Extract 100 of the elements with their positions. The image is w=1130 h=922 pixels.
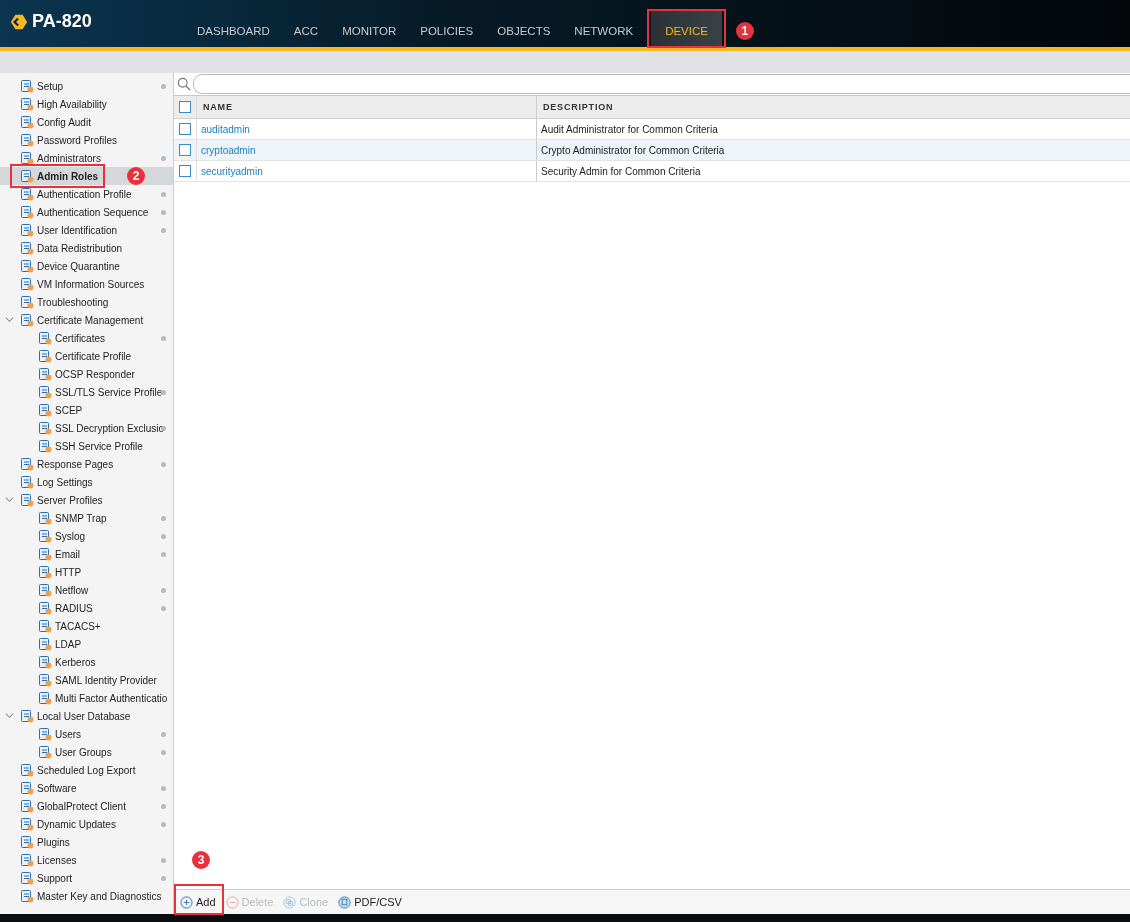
page-icon bbox=[38, 655, 52, 669]
sidebar-item[interactable]: Syslog bbox=[0, 527, 173, 545]
sidebar-item[interactable]: HTTP bbox=[0, 563, 173, 581]
page-icon bbox=[38, 331, 52, 345]
nav-tab[interactable]: NETWORK bbox=[562, 11, 646, 47]
nav-tab[interactable]: OBJECTS bbox=[485, 11, 563, 47]
sidebar-item[interactable]: SNMP Trap bbox=[0, 509, 173, 527]
nav-tab[interactable]: MONITOR bbox=[330, 11, 409, 47]
page-icon bbox=[20, 799, 34, 813]
sidebar-item[interactable]: Admin Roles 2 bbox=[0, 167, 173, 185]
nav-label: Certificate Management bbox=[37, 314, 144, 326]
sidebar-item[interactable]: Dynamic Updates bbox=[0, 815, 173, 833]
search-field[interactable] bbox=[193, 74, 1130, 94]
column-header[interactable]: NAME bbox=[197, 96, 537, 118]
step-badge: 1 bbox=[735, 22, 754, 40]
sidebar-item[interactable]: Multi Factor Authenticatio bbox=[0, 689, 173, 707]
select-all-checkbox[interactable] bbox=[179, 101, 191, 113]
nav-label: Certificate Profile bbox=[55, 350, 132, 362]
sidebar-item[interactable]: Administrators bbox=[0, 149, 173, 167]
sidebar-item[interactable]: Authentication Profile bbox=[0, 185, 173, 203]
toolbar-button[interactable]: Add bbox=[178, 895, 218, 909]
sidebar-item[interactable]: Users bbox=[0, 725, 173, 743]
page-icon bbox=[38, 439, 52, 453]
page-icon bbox=[20, 169, 34, 183]
nav-tab[interactable]: ACC bbox=[281, 11, 331, 47]
sidebar-item[interactable]: Licenses bbox=[0, 851, 173, 869]
sidebar-item[interactable]: Setup bbox=[0, 77, 173, 95]
sidebar-item[interactable]: RADIUS bbox=[0, 599, 173, 617]
sidebar-item[interactable]: User Identification bbox=[0, 221, 173, 239]
sidebar-item[interactable]: Device Quarantine bbox=[0, 257, 173, 275]
sidebar-item[interactable]: Response Pages bbox=[0, 455, 173, 473]
nav-label: Email bbox=[55, 548, 80, 560]
sidebar-item[interactable]: SSL/TLS Service Profile bbox=[0, 383, 173, 401]
sidebar-item[interactable]: Certificate Management bbox=[0, 311, 173, 329]
page-icon bbox=[38, 421, 52, 435]
role-link[interactable]: cryptoadmin bbox=[201, 144, 256, 156]
nav-label: GlobalProtect Client bbox=[37, 800, 126, 812]
nav-label: Setup bbox=[37, 80, 64, 92]
page-icon bbox=[20, 313, 34, 327]
sidebar-item[interactable]: Local User Database bbox=[0, 707, 173, 725]
sidebar-item[interactable]: SSL Decryption Exclusio bbox=[0, 419, 173, 437]
nav-tab[interactable]: POLICIES bbox=[408, 11, 486, 47]
sidebar-item[interactable]: VM Information Sources bbox=[0, 275, 173, 293]
table-row[interactable]: cryptoadmin Crypto Administrator for Common Criteria bbox=[174, 140, 1130, 161]
sidebar-item[interactable]: Software bbox=[0, 779, 173, 797]
sidebar-item[interactable]: Certificates bbox=[0, 329, 173, 347]
sidebar-item[interactable]: Config Audit bbox=[0, 113, 173, 131]
sidebar-item[interactable]: User Groups bbox=[0, 743, 173, 761]
nav-label: Local User Database bbox=[37, 710, 131, 722]
nav-label: Support bbox=[37, 872, 73, 884]
page-icon bbox=[20, 223, 34, 237]
sidebar-item[interactable]: Data Redistribution bbox=[0, 239, 173, 257]
sidebar-item[interactable]: GlobalProtect Client bbox=[0, 797, 173, 815]
table-row[interactable]: securityadmin Security Admin for Common Criteria bbox=[174, 161, 1130, 182]
role-link[interactable]: auditadmin bbox=[201, 123, 250, 135]
page-icon bbox=[20, 817, 34, 831]
nav-label: Certificates bbox=[55, 332, 105, 344]
sidebar-item[interactable]: Support bbox=[0, 869, 173, 887]
page-icon bbox=[38, 691, 52, 705]
role-link[interactable]: securityadmin bbox=[201, 165, 263, 177]
nav-label: Data Redistribution bbox=[37, 242, 123, 254]
sidebar-item[interactable]: OCSP Responder bbox=[0, 365, 173, 383]
sidebar-item[interactable]: Troubleshooting bbox=[0, 293, 173, 311]
chevron-icon[interactable] bbox=[5, 315, 14, 324]
copy-icon bbox=[283, 895, 297, 909]
page-icon bbox=[38, 727, 52, 741]
sidebar-item[interactable]: TACACS+ bbox=[0, 617, 173, 635]
sidebar-item[interactable]: High Availability bbox=[0, 95, 173, 113]
row-checkbox[interactable] bbox=[179, 165, 191, 177]
page-icon bbox=[38, 565, 52, 579]
row-checkbox[interactable] bbox=[179, 144, 191, 156]
nav-label: VM Information Sources bbox=[37, 278, 145, 290]
nav-tab[interactable]: DEVICE bbox=[651, 11, 722, 47]
row-checkbox[interactable] bbox=[179, 123, 191, 135]
column-header[interactable]: DESCRIPTION bbox=[537, 96, 1130, 118]
nav-label: Scheduled Log Export bbox=[37, 764, 136, 776]
nav-label: OCSP Responder bbox=[55, 368, 135, 380]
sidebar-item[interactable]: SAML Identity Provider bbox=[0, 671, 173, 689]
nav-label: Admin Roles bbox=[37, 170, 99, 182]
sidebar-item[interactable]: Netflow bbox=[0, 581, 173, 599]
sidebar-item[interactable]: Authentication Sequence bbox=[0, 203, 173, 221]
sidebar-item[interactable]: Certificate Profile bbox=[0, 347, 173, 365]
nav-tab[interactable]: DASHBOARD bbox=[185, 11, 282, 47]
toolbar-button[interactable]: PDF/CSV bbox=[336, 895, 404, 909]
sidebar-item[interactable]: Password Profiles bbox=[0, 131, 173, 149]
nav-label: TACACS+ bbox=[55, 620, 101, 632]
document-icon bbox=[338, 895, 352, 909]
page-icon bbox=[20, 871, 34, 885]
chevron-icon[interactable] bbox=[5, 495, 14, 504]
sidebar-item[interactable]: Email bbox=[0, 545, 173, 563]
sidebar-item[interactable]: Plugins bbox=[0, 833, 173, 851]
sidebar-item[interactable]: Kerberos bbox=[0, 653, 173, 671]
sidebar-item[interactable]: Scheduled Log Export bbox=[0, 761, 173, 779]
sidebar-item[interactable]: SSH Service Profile bbox=[0, 437, 173, 455]
sidebar-item[interactable]: Server Profiles bbox=[0, 491, 173, 509]
sidebar-item[interactable]: SCEP bbox=[0, 401, 173, 419]
chevron-icon[interactable] bbox=[5, 711, 14, 720]
sidebar-item[interactable]: Master Key and Diagnostics bbox=[0, 887, 173, 905]
sidebar-item[interactable]: LDAP bbox=[0, 635, 173, 653]
sidebar-item[interactable]: Log Settings bbox=[0, 473, 173, 491]
